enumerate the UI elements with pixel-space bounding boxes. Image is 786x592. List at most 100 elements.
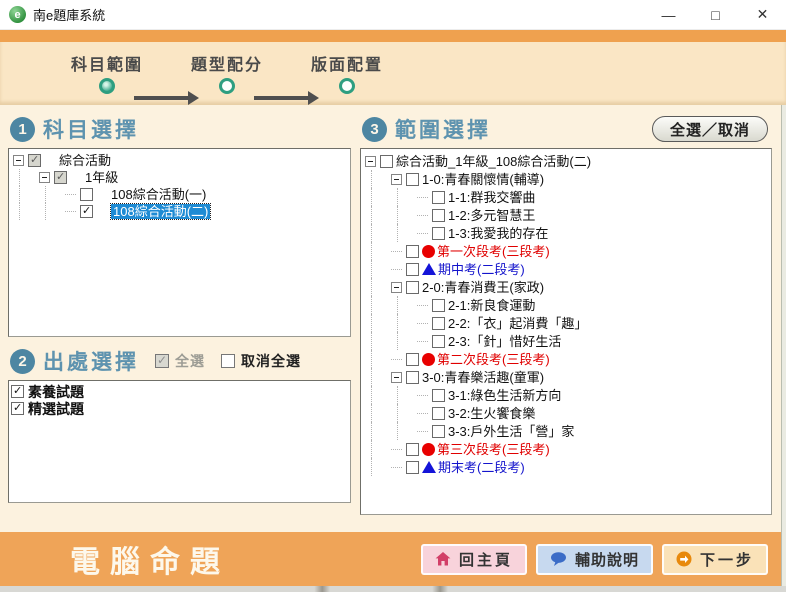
checkbox[interactable]	[406, 245, 419, 258]
tree-connector	[65, 206, 76, 217]
tree-connector	[417, 390, 428, 401]
checkbox[interactable]	[432, 299, 445, 312]
next-button-label: 下一步	[700, 549, 754, 570]
checkbox[interactable]	[432, 425, 445, 438]
help-button[interactable]: 輔助說明	[536, 544, 653, 575]
deselect-all-label: 取消全選	[241, 351, 301, 371]
tree-row[interactable]: 期末考(二段考)	[361, 458, 771, 476]
expand-toggle-icon[interactable]	[39, 172, 50, 183]
checkbox[interactable]	[406, 353, 419, 366]
maximize-button[interactable]: □	[692, 0, 739, 29]
tree-indent	[371, 440, 391, 458]
tree-indent	[397, 224, 417, 242]
checkbox[interactable]	[406, 263, 419, 276]
background-window-sliver	[781, 105, 786, 586]
select-all-checkbox[interactable]: 全選	[155, 351, 205, 371]
checkbox[interactable]	[406, 173, 419, 186]
checkbox[interactable]	[432, 335, 445, 348]
tree-connector	[417, 228, 428, 239]
tree-row[interactable]: 1-1:群我交響曲	[361, 188, 771, 206]
tree-row[interactable]: 1-3:我愛我的存在	[361, 224, 771, 242]
tree-row[interactable]: 2-1:新良食運動	[361, 296, 771, 314]
checkbox[interactable]	[80, 205, 93, 218]
range-tree: 綜合活動_1年級_108綜合活動(二)1-0:青春關懷情(輔導)1-1:群我交響…	[360, 148, 772, 515]
tree-indent	[397, 422, 417, 440]
checkbox[interactable]	[406, 443, 419, 456]
tree-row[interactable]: 108綜合活動(一)	[9, 186, 350, 203]
tree-item-label: 2-1:新良食運動	[448, 298, 535, 313]
tree-item-label: 第一次段考(三段考)	[437, 244, 550, 259]
tree-item-label: 3-2:生火饗食樂	[448, 406, 535, 421]
tree-row[interactable]: 3-3:戶外生活「營」家	[361, 422, 771, 440]
select-all-toggle-button[interactable]: 全選／取消	[652, 116, 768, 142]
next-step-button[interactable]: 下一步	[662, 544, 768, 575]
tree-indent	[371, 242, 391, 260]
tree-indent	[397, 386, 417, 404]
tree-row[interactable]: 第三次段考(三段考)	[361, 440, 771, 458]
checkbox[interactable]	[11, 402, 24, 415]
home-button-label: 回主頁	[459, 549, 513, 570]
tree-item-label: 期中考(二段考)	[438, 262, 525, 277]
expand-toggle-icon[interactable]	[13, 155, 24, 166]
exam-triangle-icon	[422, 461, 436, 473]
tree-item-label: 2-2:「衣」起消費「趣」	[448, 316, 587, 331]
checkbox[interactable]	[432, 209, 445, 222]
tree-row[interactable]: 1-2:多元智慧王	[361, 206, 771, 224]
tree-row[interactable]: 1年級	[9, 169, 350, 186]
checkbox[interactable]	[432, 407, 445, 420]
section-title: 範圍選擇	[395, 114, 491, 144]
step-layout-config: 版面配置	[304, 51, 390, 94]
tree-indent	[371, 368, 391, 386]
checkbox[interactable]	[80, 188, 93, 201]
checkbox[interactable]	[406, 281, 419, 294]
close-button[interactable]: ✕	[739, 0, 786, 29]
checkbox[interactable]	[432, 389, 445, 402]
step-question-allocation: 題型配分	[184, 51, 270, 94]
expand-toggle-icon[interactable]	[391, 372, 402, 383]
checkbox[interactable]	[11, 385, 24, 398]
tree-row[interactable]: 2-3:「針」惜好生活	[361, 332, 771, 350]
checkbox[interactable]	[432, 191, 445, 204]
tree-row[interactable]: 1-0:青春關懷情(輔導)	[361, 170, 771, 188]
tree-indent	[371, 386, 391, 404]
expand-toggle-icon[interactable]	[391, 174, 402, 185]
checkbox[interactable]	[432, 317, 445, 330]
checkbox[interactable]	[54, 171, 67, 184]
tree-row[interactable]: 第一次段考(三段考)	[361, 242, 771, 260]
checkbox[interactable]	[380, 155, 393, 168]
tree-row[interactable]: 3-1:綠色生活新方向	[361, 386, 771, 404]
deselect-all-checkbox[interactable]: 取消全選	[221, 351, 301, 371]
wizard-steps: 科目範圍 題型配分 版面配置	[0, 42, 786, 105]
expand-toggle-icon[interactable]	[391, 282, 402, 293]
tree-item-label: 期末考(二段考)	[438, 460, 525, 475]
expand-toggle-icon[interactable]	[365, 156, 376, 167]
exam-circle-icon	[422, 245, 435, 258]
tree-row[interactable]: 綜合活動	[9, 152, 350, 169]
section-number-badge: 3	[362, 117, 387, 142]
tree-row[interactable]: 2-2:「衣」起消費「趣」	[361, 314, 771, 332]
tree-row[interactable]: 期中考(二段考)	[361, 260, 771, 278]
checkbox[interactable]	[432, 227, 445, 240]
tree-row[interactable]: 第二次段考(三段考)	[361, 350, 771, 368]
tree-row[interactable]: 3-0:青春樂活趣(童軍)	[361, 368, 771, 386]
checkbox[interactable]	[406, 371, 419, 384]
section-title: 科目選擇	[43, 114, 139, 144]
top-accent-strip	[0, 30, 786, 42]
minimize-button[interactable]: —	[645, 0, 692, 29]
tree-row[interactable]: 2-0:青春消費王(家政)	[361, 278, 771, 296]
tree-row[interactable]: 綜合活動_1年級_108綜合活動(二)	[361, 152, 771, 170]
tree-indent	[397, 314, 417, 332]
tree-row[interactable]: 108綜合活動(二)	[9, 203, 350, 220]
tree-indent	[397, 206, 417, 224]
list-item[interactable]: 素養試題	[11, 383, 348, 400]
home-button[interactable]: 回主頁	[421, 544, 527, 575]
home-icon	[435, 551, 451, 567]
checkbox[interactable]	[406, 461, 419, 474]
main-content: 1 科目選擇 綜合活動1年級108綜合活動(一)108綜合活動(二) 2 出處選…	[0, 105, 786, 532]
checkbox-icon	[221, 354, 235, 368]
section-number-badge: 2	[10, 349, 35, 374]
list-item[interactable]: 精選試題	[11, 400, 348, 417]
tree-row[interactable]: 3-2:生火饗食樂	[361, 404, 771, 422]
app-icon: e	[9, 6, 26, 23]
checkbox[interactable]	[28, 154, 41, 167]
